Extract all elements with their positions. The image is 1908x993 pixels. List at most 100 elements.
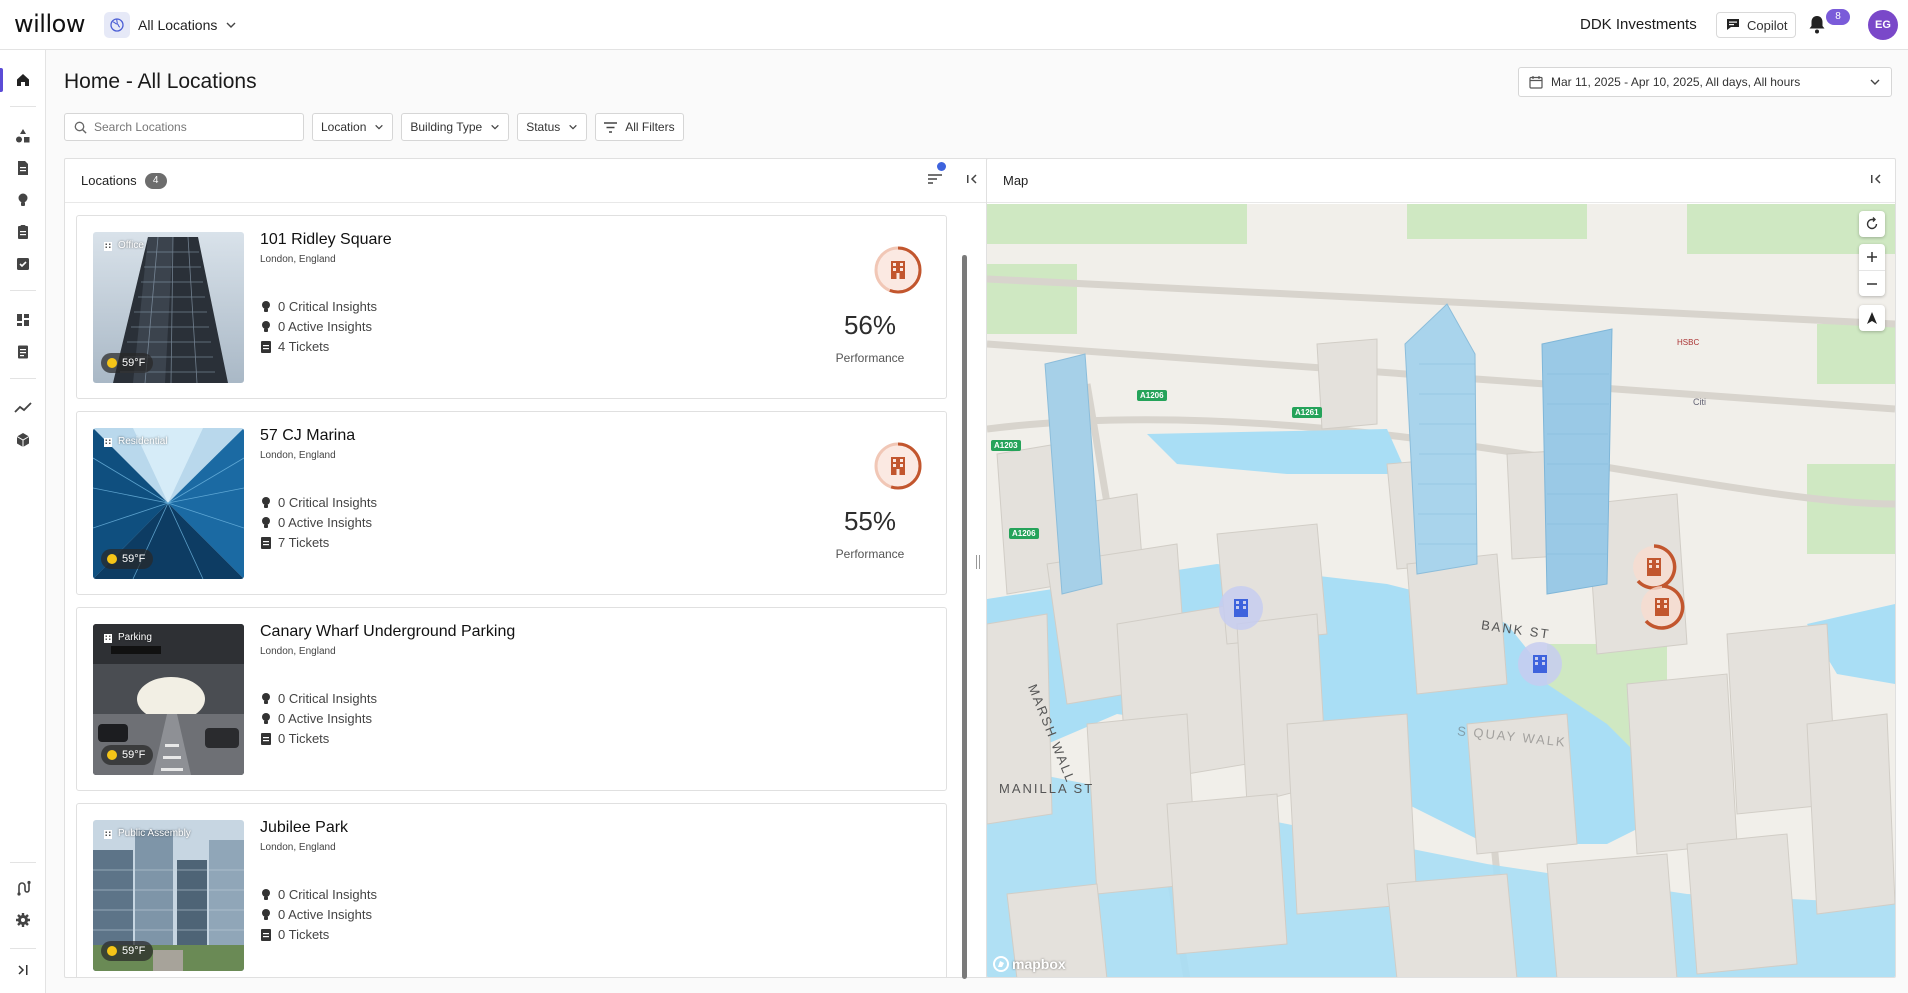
organization-name[interactable]: DDK Investments bbox=[1580, 16, 1697, 33]
mapbox-label: mapbox bbox=[1012, 956, 1066, 972]
shapes-icon[interactable] bbox=[0, 120, 46, 152]
sun-icon bbox=[107, 554, 117, 564]
building-icon bbox=[891, 457, 905, 475]
clipboard-icon bbox=[260, 340, 272, 353]
active-insights-stat: 0 Active Insights bbox=[260, 319, 372, 334]
temperature-value: 59°F bbox=[122, 553, 146, 565]
building-icon bbox=[104, 437, 112, 447]
user-avatar[interactable]: EG bbox=[1868, 10, 1898, 40]
notification-count: 8 bbox=[1826, 9, 1850, 25]
critical-insights-stat: 0 Critical Insights bbox=[260, 691, 377, 706]
active-insights-label: 0 Active Insights bbox=[278, 711, 372, 726]
location-card[interactable]: Office 59°F 101 Ridley Square London, En… bbox=[76, 215, 947, 399]
checkbox-icon[interactable] bbox=[0, 248, 46, 280]
bell-icon[interactable] bbox=[1808, 14, 1826, 34]
location-picker[interactable]: All Locations bbox=[104, 12, 237, 38]
mapbox-attribution[interactable]: mapbox bbox=[993, 956, 1066, 972]
top-bar: willow All Locations DDK Investments Cop… bbox=[0, 0, 1908, 50]
copilot-button[interactable]: Copilot bbox=[1716, 12, 1797, 38]
temperature-value: 59°F bbox=[122, 749, 146, 761]
compass-icon[interactable] bbox=[1859, 305, 1885, 331]
lightbulb-icon bbox=[260, 692, 272, 705]
building-type-filter[interactable]: Building Type bbox=[401, 113, 510, 141]
location-city: London, England bbox=[260, 254, 336, 265]
clipboard-icon bbox=[260, 536, 272, 549]
calendar-icon bbox=[1529, 75, 1543, 89]
building-label: HSBC bbox=[1677, 338, 1700, 347]
active-insights-label: 0 Active Insights bbox=[278, 515, 372, 530]
home-icon[interactable] bbox=[0, 64, 46, 96]
performance-value: 56% bbox=[843, 310, 897, 340]
dashboard-icon[interactable] bbox=[0, 304, 46, 336]
location-name[interactable]: Canary Wharf Underground Parking bbox=[260, 623, 515, 641]
performance-ring bbox=[874, 246, 922, 294]
map-marker-performance[interactable] bbox=[1637, 582, 1687, 632]
building-icon bbox=[104, 829, 112, 839]
tickets-label: 0 Tickets bbox=[278, 731, 330, 746]
map-marker-blue[interactable] bbox=[1217, 584, 1265, 632]
cube-icon[interactable] bbox=[0, 424, 46, 456]
location-name[interactable]: 57 CJ Marina bbox=[260, 427, 355, 445]
date-range-picker[interactable]: Mar 11, 2025 - Apr 10, 2025, All days, A… bbox=[1518, 67, 1892, 97]
map-marker-blue[interactable] bbox=[1516, 640, 1564, 688]
expand-sidebar-icon[interactable] bbox=[0, 954, 46, 986]
building-photo: Office 59°F bbox=[93, 232, 244, 383]
temperature-badge: 59°F bbox=[101, 353, 154, 373]
search-locations-input[interactable] bbox=[94, 120, 284, 134]
building-type-label: Office bbox=[118, 240, 144, 251]
tickets-label: 7 Tickets bbox=[278, 535, 330, 550]
location-card[interactable]: Public Assembly 59°F Jubilee Park London… bbox=[76, 803, 947, 977]
date-range-label: Mar 11, 2025 - Apr 10, 2025, All days, A… bbox=[1551, 75, 1801, 89]
clipboard-icon[interactable] bbox=[0, 216, 46, 248]
rail-divider bbox=[10, 290, 36, 291]
lightbulb-icon[interactable] bbox=[0, 184, 46, 216]
report-icon[interactable] bbox=[0, 336, 46, 368]
zoom-in-button[interactable] bbox=[1859, 244, 1885, 270]
performance-label: Performance bbox=[835, 547, 905, 561]
lightbulb-icon bbox=[260, 712, 272, 725]
sun-icon bbox=[107, 946, 117, 956]
location-city: London, England bbox=[260, 646, 336, 657]
collapse-panel-icon[interactable] bbox=[965, 172, 979, 186]
collapse-panel-icon[interactable] bbox=[1869, 172, 1883, 186]
active-insights-label: 0 Active Insights bbox=[278, 319, 372, 334]
location-card[interactable]: Residential 59°F 57 CJ Marina London, En… bbox=[76, 411, 947, 595]
zoom-out-button[interactable] bbox=[1859, 270, 1885, 296]
gear-icon[interactable] bbox=[0, 904, 46, 936]
street-label: MANILLA ST bbox=[999, 781, 1095, 796]
chevron-down-icon bbox=[1869, 76, 1881, 88]
temperature-value: 59°F bbox=[122, 945, 146, 957]
map-canvas[interactable]: MARSH WALL BANK ST MANILLA ST S QUAY WAL… bbox=[987, 204, 1895, 977]
chevron-down-icon bbox=[225, 19, 237, 31]
tickets-stat: 4 Tickets bbox=[260, 339, 329, 354]
status-filter[interactable]: Status bbox=[517, 113, 588, 141]
all-filters-label: All Filters bbox=[625, 120, 675, 134]
building-type-filter-label: Building Type bbox=[410, 120, 483, 134]
lightbulb-icon bbox=[260, 300, 272, 313]
rail-divider bbox=[10, 378, 36, 379]
location-card[interactable]: Parking 59°F Canary Wharf Underground Pa… bbox=[76, 607, 947, 791]
map-panel: Map MARSH WALL BANK ST MANILLA ST S QUAY… bbox=[986, 158, 1896, 978]
trend-chart-icon[interactable] bbox=[0, 392, 46, 424]
location-filter[interactable]: Location bbox=[312, 113, 394, 141]
reset-bearing-icon[interactable] bbox=[1859, 211, 1885, 237]
all-filters-button[interactable]: All Filters bbox=[595, 113, 684, 141]
document-icon[interactable] bbox=[0, 152, 46, 184]
filter-bar: Location Building Type Status All Filter… bbox=[64, 113, 684, 141]
routing-icon[interactable] bbox=[0, 872, 46, 904]
location-name[interactable]: 101 Ridley Square bbox=[260, 231, 392, 249]
rail-divider bbox=[10, 948, 36, 949]
sort-icon[interactable] bbox=[927, 162, 946, 186]
panel-resize-handle[interactable] bbox=[976, 555, 982, 575]
locations-count-badge: 4 bbox=[144, 172, 167, 189]
locations-panel-header: Locations 4 bbox=[65, 159, 991, 203]
rail-divider bbox=[10, 106, 36, 107]
location-name[interactable]: Jubilee Park bbox=[260, 819, 348, 837]
location-city: London, England bbox=[260, 450, 336, 461]
willow-logo[interactable]: willow bbox=[14, 10, 85, 38]
page-title: Home - All Locations bbox=[64, 70, 257, 93]
locations-scrollbar-thumb[interactable] bbox=[962, 255, 967, 979]
temperature-badge: 59°F bbox=[101, 745, 154, 765]
lightbulb-icon bbox=[260, 496, 272, 509]
active-insights-stat: 0 Active Insights bbox=[260, 907, 372, 922]
